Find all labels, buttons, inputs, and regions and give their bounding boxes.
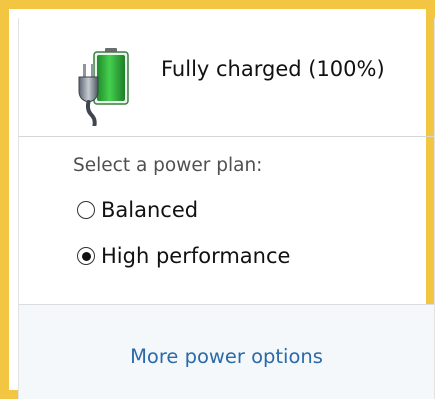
power-plan-label: Select a power plan: xyxy=(73,155,263,176)
flyout-footer: More power options xyxy=(19,305,434,399)
radio-button-selected[interactable] xyxy=(77,247,95,265)
more-power-options-link[interactable]: More power options xyxy=(19,345,434,368)
section-divider xyxy=(19,136,434,137)
power-plan-option-high-performance[interactable]: High performance xyxy=(77,241,290,271)
battery-status-text: Fully charged (100%) xyxy=(161,57,385,81)
battery-plugged-in-icon xyxy=(74,46,134,127)
radio-button-unselected[interactable] xyxy=(77,201,95,219)
power-plan-option-label: Balanced xyxy=(101,198,199,222)
power-flyout-panel: Fully charged (100%) Select a power plan… xyxy=(18,18,435,399)
power-plan-option-balanced[interactable]: Balanced xyxy=(77,195,198,225)
power-flyout: Fully charged (100%) Select a power plan… xyxy=(0,0,435,399)
battery-status-section: Fully charged (100%) xyxy=(19,18,434,136)
power-plan-option-label: High performance xyxy=(101,244,291,268)
radio-selected-dot xyxy=(81,251,91,261)
